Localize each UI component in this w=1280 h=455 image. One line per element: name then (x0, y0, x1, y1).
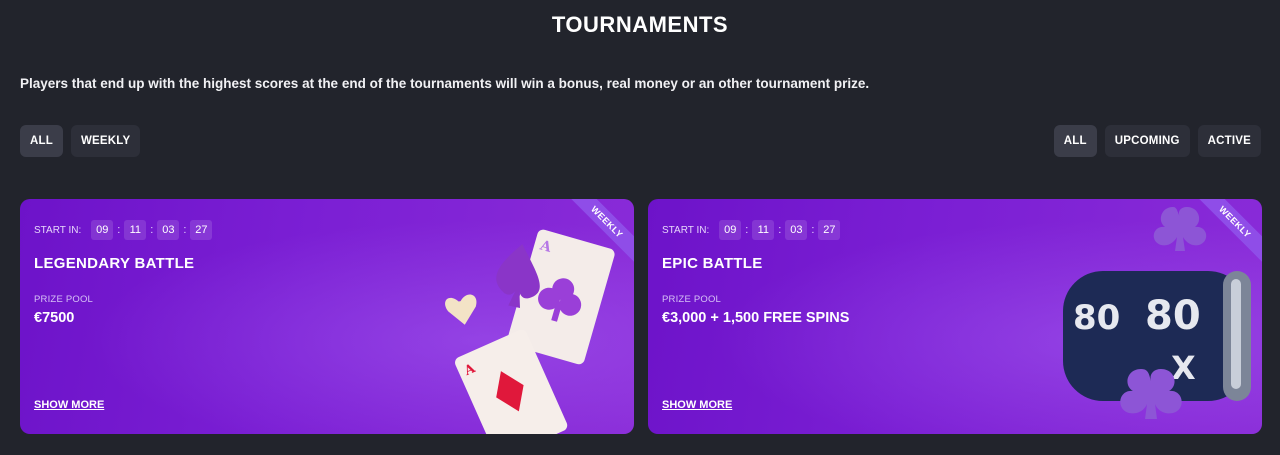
start-in-label: START IN: (34, 224, 82, 236)
countdown-minutes: 03 (785, 220, 808, 240)
status-filter-group: ALL UPCOMING ACTIVE (1053, 125, 1261, 157)
page-title: TOURNAMENTS (551, 12, 729, 37)
start-in-label: START IN: (662, 224, 710, 236)
filter-status-all[interactable]: ALL (1053, 125, 1097, 157)
heart-icon (445, 294, 477, 325)
reel-text: X (1171, 349, 1196, 387)
countdown-hours: 11 (752, 220, 775, 240)
prize-pool-label: PRIZE POOL (34, 294, 94, 305)
countdown-seconds: 27 (818, 220, 841, 240)
filter-status-upcoming[interactable]: UPCOMING (1104, 125, 1190, 157)
countdown-seconds: 27 (190, 220, 213, 240)
countdown: START IN: 09 : 11 : 03 : 27 (662, 220, 841, 240)
countdown: START IN: 09 : 11 : 03 : 27 (34, 220, 213, 240)
card-title: LEGENDARY BATTLE (34, 255, 195, 272)
show-more-link[interactable]: SHOW MORE (662, 399, 732, 411)
countdown-minutes: 03 (157, 220, 180, 240)
club-icon (1153, 207, 1207, 251)
countdown-separator: : (183, 224, 187, 236)
reel-text: 80 (1145, 293, 1201, 339)
countdown-separator: : (745, 224, 749, 236)
club-icon (1120, 369, 1182, 419)
filter-status-active[interactable]: ACTIVE (1197, 125, 1261, 157)
tournament-card-epic[interactable]: 80 80 X WEEKLY START IN: 09 : 11 : 03 : … (648, 199, 1262, 434)
type-filter-group: ALL WEEKLY (20, 125, 141, 157)
card-title: EPIC BATTLE (662, 255, 763, 272)
countdown-days: 09 (719, 220, 742, 240)
countdown-separator: : (811, 224, 815, 236)
filter-type-all[interactable]: ALL (20, 125, 63, 157)
countdown-days: 09 (91, 220, 114, 240)
reel-text: 80 (1073, 298, 1120, 338)
countdown-separator: : (150, 224, 154, 236)
playing-cards-illustration: A A (445, 229, 615, 434)
slot-reel-illustration: 80 80 X (1063, 207, 1251, 419)
filter-type-weekly[interactable]: WEEKLY (70, 125, 141, 157)
countdown-separator: : (778, 224, 782, 236)
prize-pool-value: €7500 (34, 310, 75, 326)
tournament-card-legendary[interactable]: A A WEEKLY START IN: 09 : 11 : 03 : 27 L… (20, 199, 634, 434)
countdown-hours: 11 (124, 220, 147, 240)
intro-text: Players that end up with the highest sco… (20, 76, 870, 91)
prize-pool-label: PRIZE POOL (662, 294, 722, 305)
show-more-link[interactable]: SHOW MORE (34, 399, 104, 411)
prize-pool-value: €3,000 + 1,500 FREE SPINS (662, 310, 850, 326)
countdown-separator: : (117, 224, 121, 236)
